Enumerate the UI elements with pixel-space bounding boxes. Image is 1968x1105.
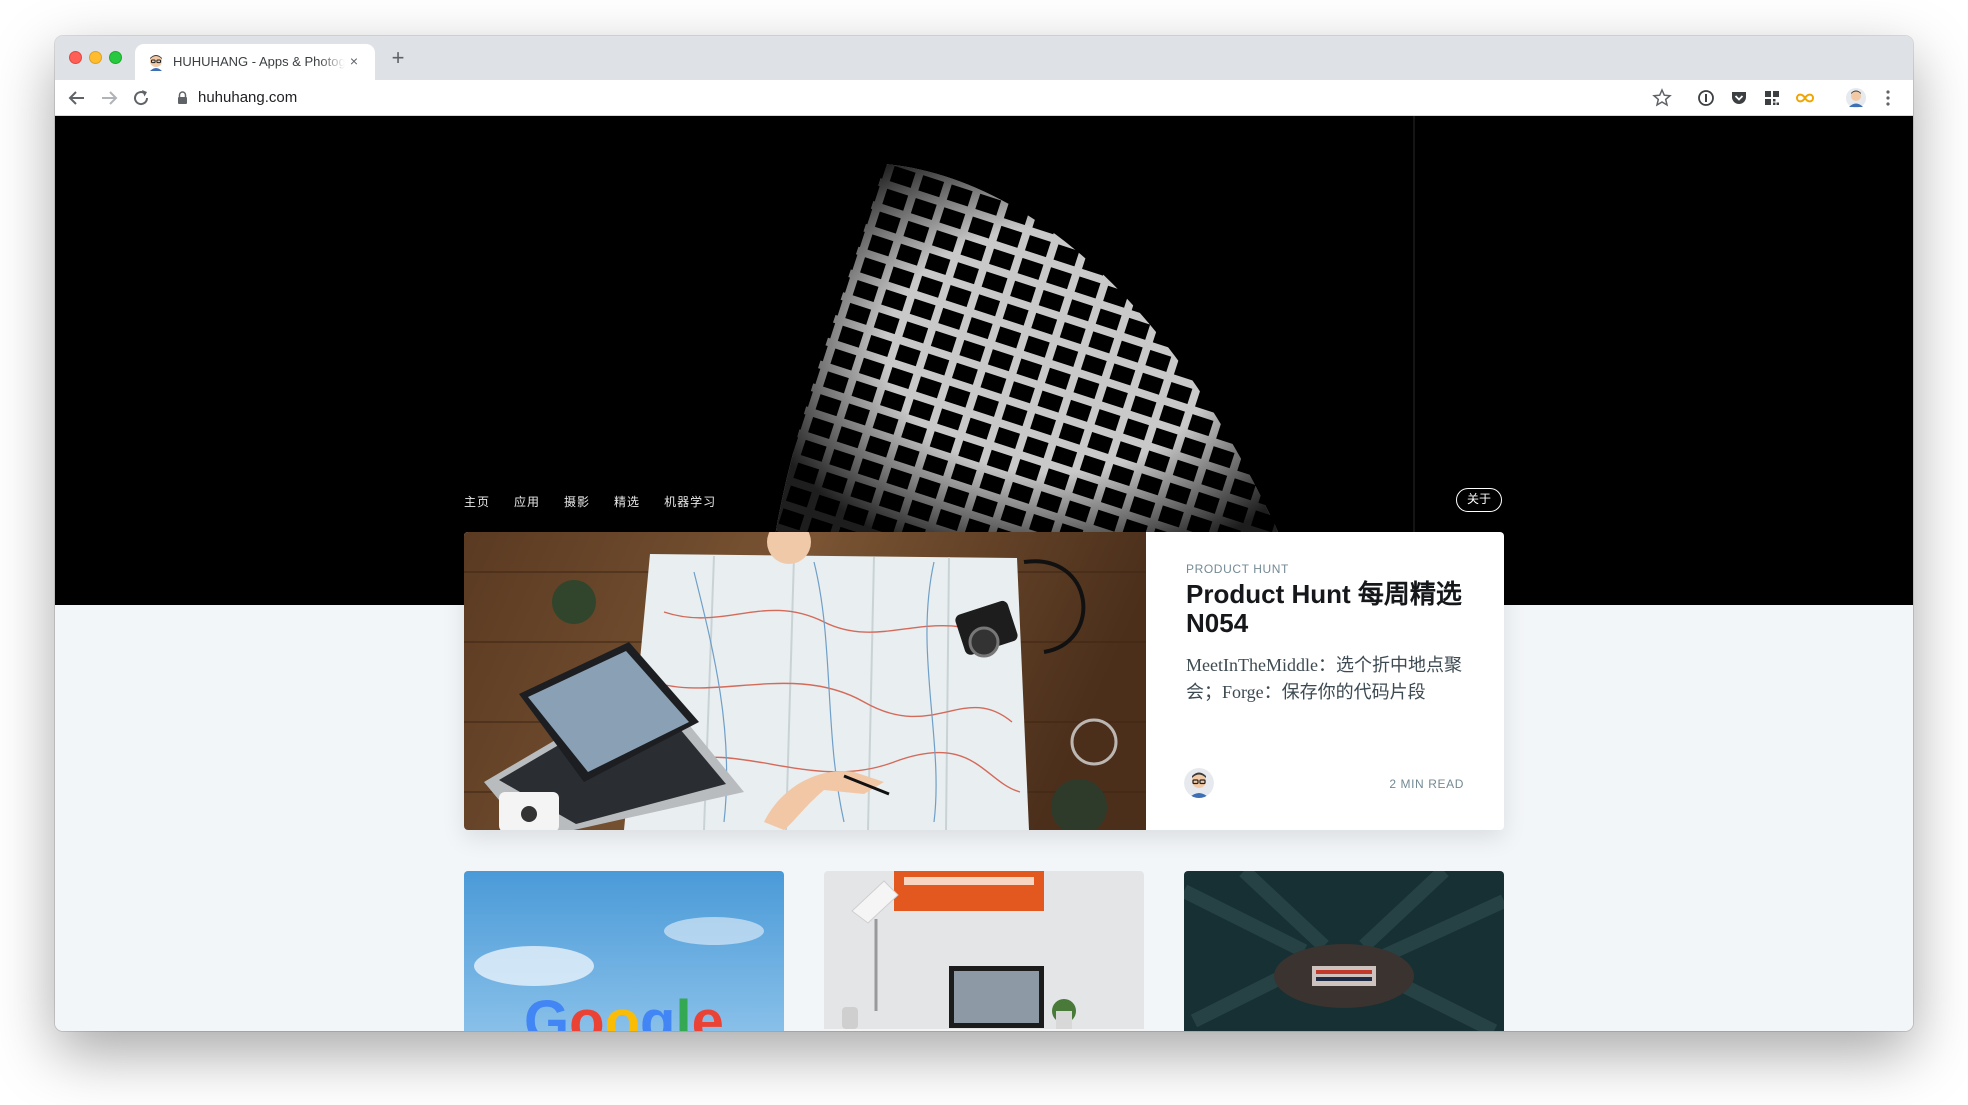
post-card-google[interactable]: Google xyxy=(464,871,784,1031)
post-card-desk[interactable] xyxy=(824,871,1144,1031)
about-button[interactable]: 关于 xyxy=(1456,488,1502,512)
nav-item-apps[interactable]: 应用 xyxy=(514,492,540,512)
minimize-window-button[interactable] xyxy=(89,51,102,64)
google-logo-letter: G xyxy=(524,989,569,1031)
author-avatar-icon[interactable] xyxy=(1184,768,1214,798)
tab-title: HUHUHANG - Apps & Photography xyxy=(173,54,345,69)
featured-post-image[interactable] xyxy=(464,532,1146,830)
post-title[interactable]: Product Hunt 每周精选 N054 xyxy=(1186,580,1486,638)
site-favicon-icon xyxy=(150,55,162,71)
google-logo-letter: e xyxy=(692,989,724,1031)
lock-icon[interactable] xyxy=(177,91,188,104)
qr-code-icon[interactable] xyxy=(1761,87,1783,109)
reload-icon[interactable] xyxy=(129,86,153,110)
post-tag[interactable]: PRODUCT HUNT xyxy=(1186,562,1289,576)
google-logo-text: Google xyxy=(524,989,724,1031)
browser-window: HUHUHANG - Apps & Photography × + huhuha… xyxy=(55,36,1913,1031)
post-card-image[interactable] xyxy=(824,871,1144,1031)
address-bar-url[interactable]: huhuhang.com xyxy=(198,89,297,106)
post-excerpt[interactable]: MeetInTheMiddle：选个折中地点聚会；Forge：保存你的代码片段 xyxy=(1186,652,1476,706)
password-manager-icon[interactable] xyxy=(1695,87,1717,109)
read-time: 2 MIN READ xyxy=(1389,777,1464,791)
forward-arrow-icon[interactable] xyxy=(97,86,121,110)
pocket-icon[interactable] xyxy=(1728,87,1750,109)
tab-strip: HUHUHANG - Apps & Photography × + xyxy=(55,36,1913,80)
profile-avatar-icon[interactable] xyxy=(1845,87,1867,109)
menu-kebab-icon[interactable] xyxy=(1877,87,1899,109)
google-logo-letter: o xyxy=(605,989,640,1031)
back-arrow-icon[interactable] xyxy=(65,86,89,110)
new-tab-button[interactable]: + xyxy=(385,46,411,72)
browser-tab[interactable]: HUHUHANG - Apps & Photography × xyxy=(135,44,375,80)
featured-post-body: PRODUCT HUNT Product Hunt 每周精选 N054 Meet… xyxy=(1146,532,1504,830)
infinity-extension-icon[interactable] xyxy=(1794,87,1816,109)
google-logo-letter: l xyxy=(675,989,691,1031)
web-page: 主页 应用 摄影 精选 机器学习 关于 PRODUCT HUNT Product… xyxy=(55,116,1913,1031)
nav-item-home[interactable]: 主页 xyxy=(464,492,490,512)
featured-post-card[interactable]: PRODUCT HUNT Product Hunt 每周精选 N054 Meet… xyxy=(464,532,1504,830)
nav-item-photography[interactable]: 摄影 xyxy=(564,492,590,512)
close-tab-icon[interactable]: × xyxy=(345,52,363,70)
post-card-leaves[interactable] xyxy=(1184,871,1504,1031)
google-logo-letter: g xyxy=(640,989,675,1031)
post-card-image[interactable]: Google xyxy=(464,871,784,1031)
browser-toolbar: huhuhang.com xyxy=(55,80,1913,116)
post-card-image[interactable] xyxy=(1184,871,1504,1031)
nav-item-featured[interactable]: 精选 xyxy=(614,492,640,512)
site-nav: 主页 应用 摄影 精选 机器学习 xyxy=(464,492,716,512)
bookmark-star-icon[interactable] xyxy=(1651,87,1673,109)
maximize-window-button[interactable] xyxy=(109,51,122,64)
nav-item-machine-learning[interactable]: 机器学习 xyxy=(664,492,716,512)
close-window-button[interactable] xyxy=(69,51,82,64)
google-logo-letter: o xyxy=(569,989,604,1031)
